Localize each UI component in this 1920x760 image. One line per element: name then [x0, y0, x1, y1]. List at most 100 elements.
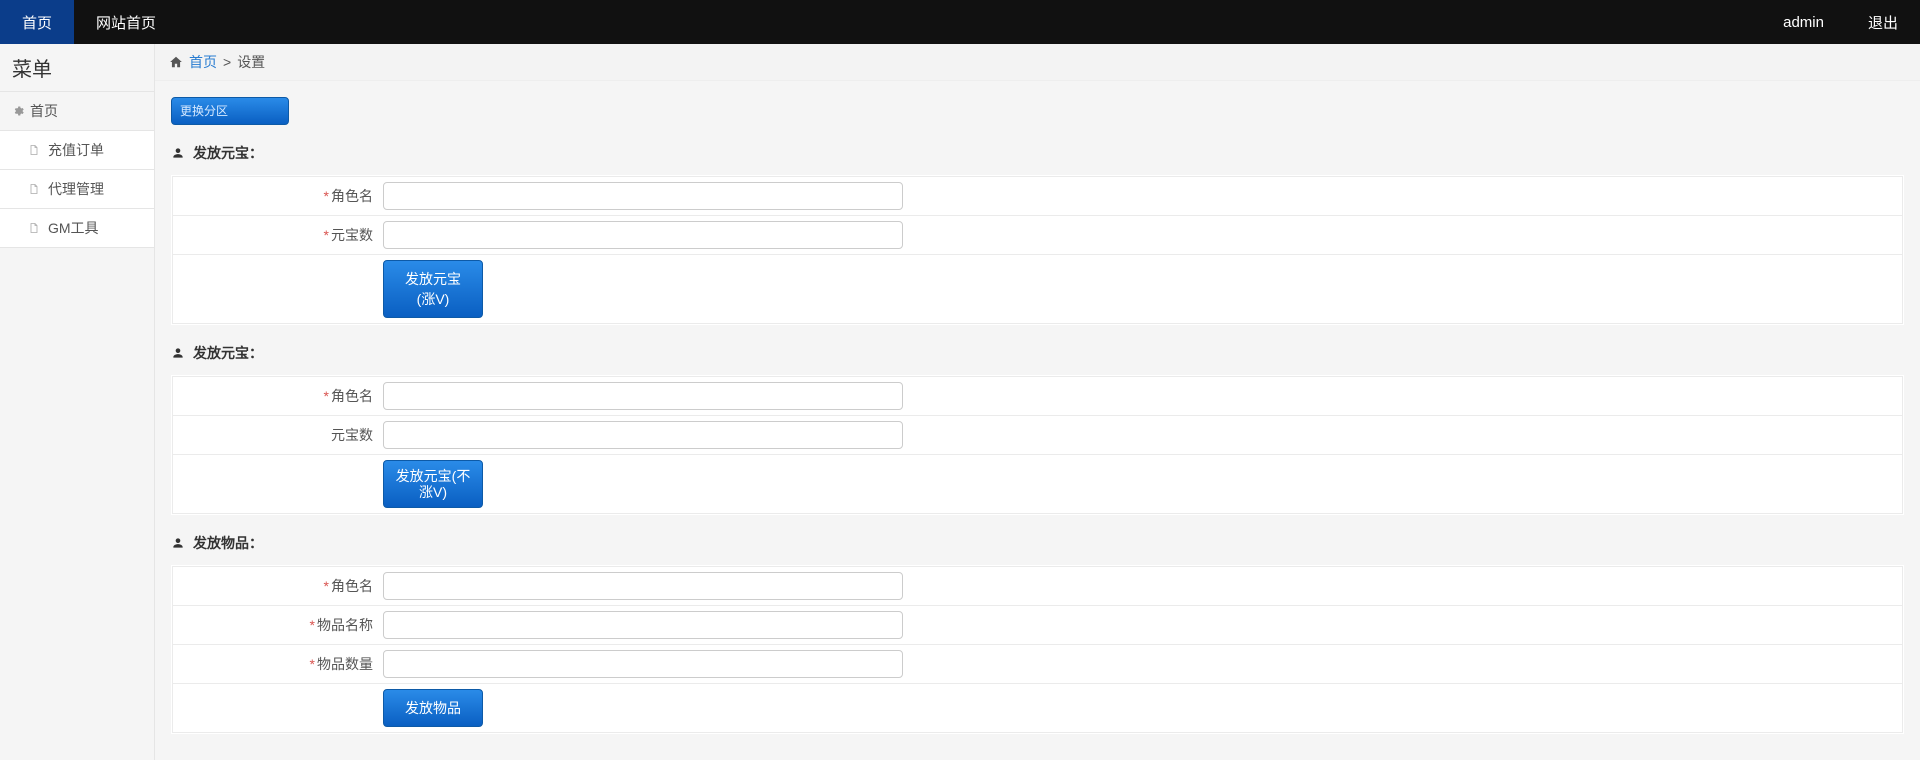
form-yuanbao-nov: *角色名 元宝数 发放元宝(不涨V) — [171, 375, 1904, 515]
section-title-item: 发放物品： — [171, 533, 1904, 553]
topbar: 首页 网站首页 admin 退出 — [0, 0, 1920, 44]
form-label-cell: *物品数量 — [183, 654, 383, 674]
form-label: 角色名 — [331, 188, 373, 204]
form-input-cell — [383, 572, 903, 600]
user-icon — [171, 536, 185, 550]
content: 首页 > 设置 更换分区 发放元宝： *角色名 *元宝数 — [155, 44, 1920, 760]
form-label-cell: 元宝数 — [183, 425, 383, 445]
sidebar-item-label: 代理管理 — [48, 179, 104, 199]
logout-link[interactable]: 退出 — [1846, 0, 1920, 44]
grant-item-button[interactable]: 发放物品 — [383, 689, 483, 727]
form-input-cell: 发放元宝(不涨V) — [383, 460, 483, 508]
role-name-input[interactable] — [383, 182, 903, 210]
layout: 菜单 首页 充值订单 代理管理 — [0, 44, 1920, 760]
sidebar-item-label: 充值订单 — [48, 140, 104, 160]
form-label-cell: *角色名 — [183, 386, 383, 406]
form-input-cell: 发放元宝(涨V) — [383, 260, 483, 318]
form-input-cell — [383, 182, 903, 210]
form-input-cell — [383, 650, 903, 678]
form-label-cell: *角色名 — [183, 186, 383, 206]
sidebar-menu: 首页 充值订单 代理管理 — [0, 92, 154, 248]
item-name-input[interactable] — [383, 611, 903, 639]
grant-yuanbao-nov-label: 发放元宝(不涨V) — [396, 468, 471, 500]
section-title-yuanbao-v: 发放元宝： — [171, 143, 1904, 163]
form-input-cell — [383, 611, 903, 639]
form-label: 角色名 — [331, 578, 373, 594]
breadcrumb-current: 设置 — [237, 52, 265, 72]
role-name-input[interactable] — [383, 572, 903, 600]
required-mark: * — [324, 227, 329, 243]
breadcrumb: 首页 > 设置 — [155, 44, 1920, 81]
sidebar-item-label: GM工具 — [48, 218, 99, 238]
section-title-text: 发放元宝： — [193, 143, 263, 163]
form-input-cell — [383, 421, 903, 449]
required-mark: * — [310, 617, 315, 633]
tab-home-label: 首页 — [22, 12, 52, 33]
topbar-spacer — [178, 0, 1761, 44]
breadcrumb-home-link[interactable]: 首页 — [189, 52, 217, 72]
sidebar-item-agent[interactable]: 代理管理 — [0, 170, 154, 209]
form-label-cell: *元宝数 — [183, 225, 383, 245]
section-title-yuanbao-nov: 发放元宝： — [171, 343, 1904, 363]
sidebar-menu-head-label: 首页 — [30, 101, 58, 121]
tab-site-home[interactable]: 网站首页 — [74, 0, 178, 44]
required-mark: * — [310, 656, 315, 672]
sidebar-title: 菜单 — [0, 44, 154, 92]
form-label: 角色名 — [331, 388, 373, 404]
form-row: *角色名 — [172, 566, 1903, 606]
form-row: *角色名 — [172, 376, 1903, 416]
logout-link-label: 退出 — [1868, 12, 1898, 33]
form-label-cell: *角色名 — [183, 576, 383, 596]
form-row-submit: 发放物品 — [172, 684, 1903, 733]
role-name-input[interactable] — [383, 382, 903, 410]
breadcrumb-sep: > — [223, 54, 231, 70]
tab-site-home-label: 网站首页 — [96, 12, 156, 33]
yuanbao-amount-input[interactable] — [383, 421, 903, 449]
sidebar-item-gm-tools[interactable]: GM工具 — [0, 209, 154, 248]
user-icon — [171, 346, 185, 360]
form-input-cell — [383, 382, 903, 410]
sidebar-submenu: 充值订单 代理管理 GM工具 — [0, 131, 154, 248]
file-icon — [28, 143, 40, 157]
form-row: *物品数量 — [172, 645, 1903, 684]
form-item: *角色名 *物品名称 *物品数量 发放物品 — [171, 565, 1904, 734]
required-mark: * — [324, 388, 329, 404]
required-mark: * — [324, 188, 329, 204]
file-icon — [28, 221, 40, 235]
form-row-submit: 发放元宝(不涨V) — [172, 455, 1903, 514]
form-input-cell — [383, 221, 903, 249]
form-row: *角色名 — [172, 176, 1903, 216]
grant-yuanbao-v-button[interactable]: 发放元宝(涨V) — [383, 260, 483, 318]
form-row: *物品名称 — [172, 606, 1903, 645]
sidebar-menu-head-home[interactable]: 首页 — [0, 92, 154, 131]
section-title-text: 发放物品： — [193, 533, 263, 553]
user-icon — [171, 146, 185, 160]
form-row: 元宝数 — [172, 416, 1903, 455]
form-row: *元宝数 — [172, 216, 1903, 255]
form-label-cell: *物品名称 — [183, 615, 383, 635]
required-mark: * — [324, 578, 329, 594]
item-count-input[interactable] — [383, 650, 903, 678]
form-input-cell: 发放物品 — [383, 689, 483, 727]
gear-icon — [12, 105, 24, 117]
grant-item-label: 发放物品 — [405, 700, 461, 716]
grant-yuanbao-nov-button[interactable]: 发放元宝(不涨V) — [383, 460, 483, 508]
user-link-label: admin — [1783, 14, 1824, 31]
form-label: 元宝数 — [331, 227, 373, 243]
form-label: 物品名称 — [317, 617, 373, 633]
form-label: 物品数量 — [317, 656, 373, 672]
tab-home[interactable]: 首页 — [0, 0, 74, 44]
user-link[interactable]: admin — [1761, 0, 1846, 44]
yuanbao-amount-input[interactable] — [383, 221, 903, 249]
home-icon — [169, 55, 183, 69]
form-yuanbao-v: *角色名 *元宝数 发放元宝(涨V) — [171, 175, 1904, 325]
section-title-text: 发放元宝： — [193, 343, 263, 363]
form-row-submit: 发放元宝(涨V) — [172, 255, 1903, 324]
page: 更换分区 发放元宝： *角色名 *元宝数 — [155, 81, 1920, 750]
sidebar-item-recharge[interactable]: 充值订单 — [0, 131, 154, 170]
change-partition-button[interactable]: 更换分区 — [171, 97, 289, 125]
form-label: 元宝数 — [331, 427, 373, 443]
grant-yuanbao-v-label: 发放元宝(涨V) — [405, 271, 461, 307]
change-partition-label: 更换分区 — [180, 104, 228, 118]
file-icon — [28, 182, 40, 196]
